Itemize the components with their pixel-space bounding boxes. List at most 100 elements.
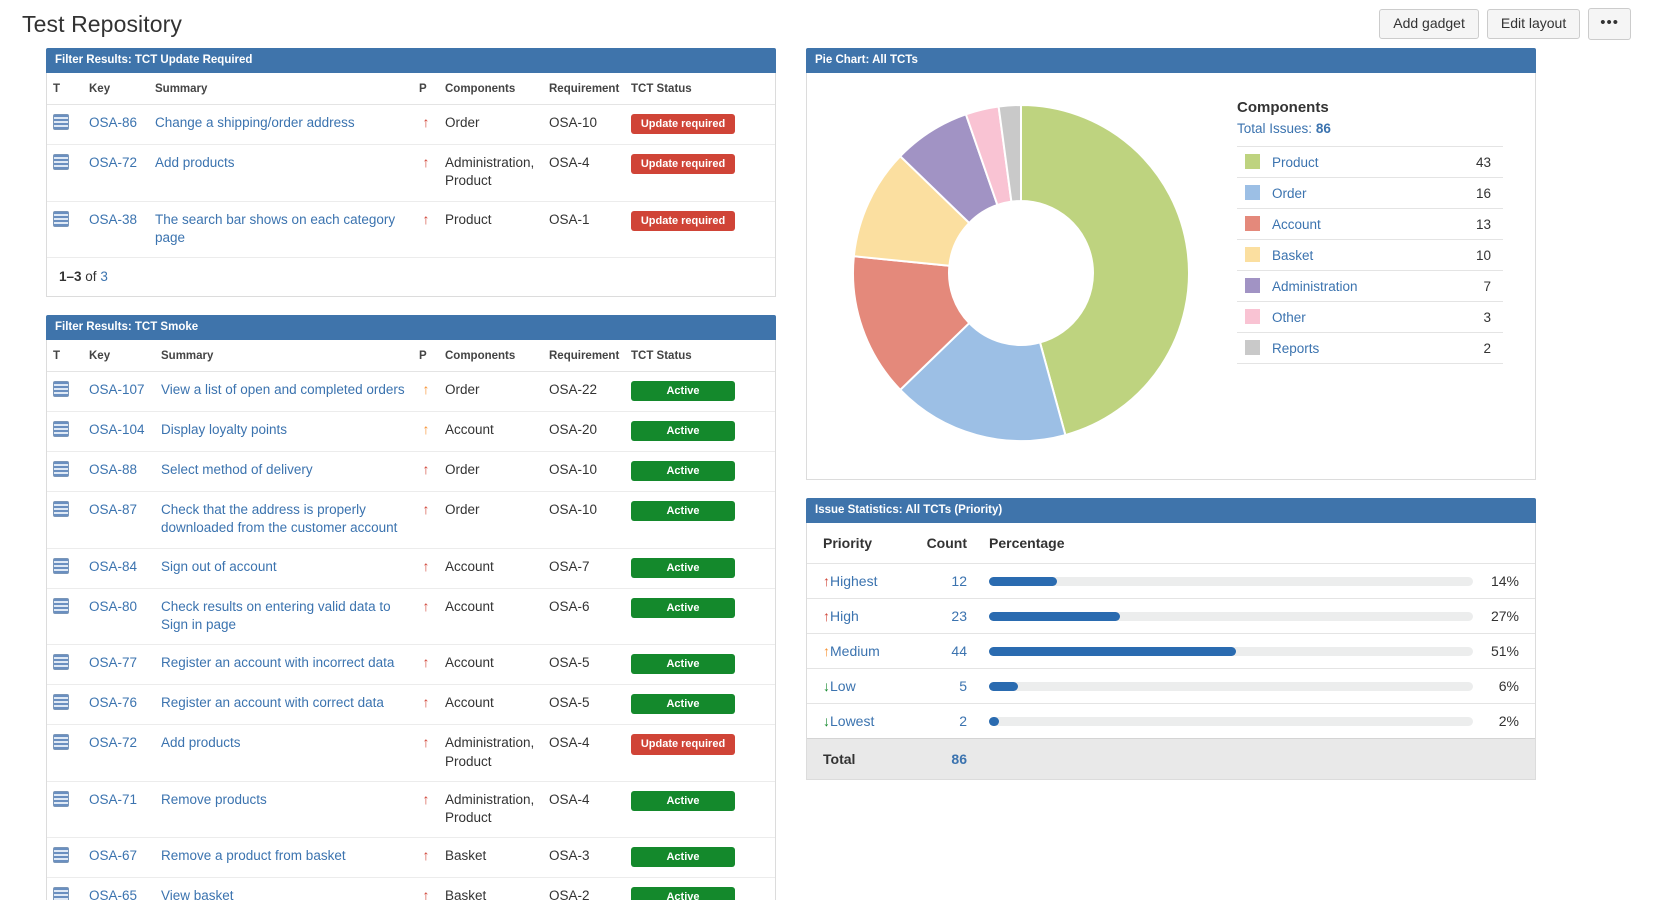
- column-header-type[interactable]: T: [47, 73, 83, 105]
- legend-label-link[interactable]: Other: [1272, 310, 1306, 325]
- issue-status-cell: Active: [625, 837, 775, 879]
- issue-key-link[interactable]: OSA-71: [89, 792, 137, 807]
- column-header-key[interactable]: Key: [83, 339, 155, 372]
- issue-components-cell: Basket: [439, 877, 543, 900]
- legend-label-link[interactable]: Order: [1272, 186, 1307, 201]
- issue-summary-link[interactable]: Display loyalty points: [161, 422, 287, 437]
- table-row[interactable]: OSA-76 Register an account with correct d…: [47, 684, 775, 726]
- table-row[interactable]: OSA-84 Sign out of account ↑ Account OSA-7 Ac…: [47, 548, 775, 589]
- issue-key-link[interactable]: OSA-104: [89, 422, 145, 437]
- column-header-type[interactable]: T: [47, 339, 83, 372]
- progress-track: [989, 611, 1473, 621]
- table-row[interactable]: OSA-87 Check that the address is properly…: [47, 491, 775, 549]
- issue-summary-link[interactable]: Select method of delivery: [161, 462, 313, 477]
- legend-total-label: Total Issues:: [1237, 121, 1313, 136]
- legend-label-link[interactable]: Administration: [1272, 279, 1358, 294]
- table-row[interactable]: OSA-65 View basket ↑ Basket OSA-2 Active: [47, 877, 775, 900]
- issue-key-link[interactable]: OSA-107: [89, 382, 145, 397]
- issue-key-link[interactable]: OSA-77: [89, 655, 137, 670]
- status-badge: Active: [631, 501, 735, 522]
- issue-key-link[interactable]: OSA-72: [89, 155, 137, 170]
- stats-priority-link[interactable]: Highest: [830, 573, 877, 589]
- issue-summary-link[interactable]: View a list of open and completed orders: [161, 382, 405, 397]
- stats-priority-link[interactable]: Low: [830, 678, 856, 694]
- table-row[interactable]: OSA-71 Remove products ↑ Administration, Pr…: [47, 781, 775, 839]
- gadget-filter-results-update-required: Filter Results: TCT Update Required T Ke…: [46, 48, 776, 297]
- stats-count-cell[interactable]: 5: [917, 668, 981, 704]
- issue-summary-link[interactable]: Sign out of account: [161, 559, 277, 574]
- issue-key-link[interactable]: OSA-84: [89, 559, 137, 574]
- issue-summary-link[interactable]: Register an account with correct data: [161, 695, 384, 710]
- gadget-body-pie-chart: Components Total Issues: 86 Product 43 Ord…: [806, 73, 1536, 480]
- issue-summary-link[interactable]: The search bar shows on each category pa…: [155, 212, 395, 245]
- table-row[interactable]: OSA-107 View a list of open and completed…: [47, 371, 775, 413]
- table-row[interactable]: OSA-72 Add products ↑ Administration, Produ…: [47, 144, 775, 202]
- progress-fill: [989, 576, 1057, 586]
- issue-summary-cell: Change a shipping/order address: [149, 104, 413, 146]
- issue-summary-link[interactable]: Change a shipping/order address: [155, 115, 355, 130]
- stats-count-cell[interactable]: 23: [917, 598, 981, 634]
- result-count: 1–3 of 3: [59, 269, 108, 284]
- stats-count-cell[interactable]: 44: [917, 633, 981, 669]
- table-row[interactable]: OSA-38 The search bar shows on each categ…: [47, 201, 775, 258]
- table-row[interactable]: OSA-88 Select method of delivery ↑ Order OSA…: [47, 451, 775, 493]
- column-header-requirement[interactable]: Requirement: [543, 339, 625, 372]
- more-options-icon[interactable]: •••: [1588, 8, 1631, 40]
- legend-count: 16: [1443, 177, 1503, 209]
- column-header-tct-status[interactable]: TCT Status: [625, 73, 775, 105]
- issue-summary-link[interactable]: Remove products: [161, 792, 267, 807]
- issue-key-link[interactable]: OSA-72: [89, 735, 137, 750]
- stats-count-cell[interactable]: 12: [917, 563, 981, 599]
- table-row[interactable]: OSA-80 Check results on entering valid da…: [47, 588, 775, 646]
- issue-key-cell: OSA-76: [83, 684, 155, 726]
- table-row[interactable]: OSA-77 Register an account with incorrect…: [47, 644, 775, 686]
- issue-key-link[interactable]: OSA-38: [89, 212, 137, 227]
- legend-label-link[interactable]: Basket: [1272, 248, 1313, 263]
- add-gadget-button[interactable]: Add gadget: [1379, 8, 1479, 40]
- pie-chart-svg[interactable]: [831, 87, 1211, 459]
- column-header-tct-status[interactable]: TCT Status: [625, 339, 775, 372]
- column-header-key[interactable]: Key: [83, 73, 149, 105]
- table-row[interactable]: OSA-104 Display loyalty points ↑ Account OSA…: [47, 411, 775, 453]
- gadget-pie-chart: Pie Chart: All TCTs Components Total Iss…: [806, 48, 1536, 480]
- column-header-summary[interactable]: Summary: [149, 73, 413, 105]
- column-header-priority[interactable]: P: [413, 339, 439, 372]
- column-header-components[interactable]: Components: [439, 73, 543, 105]
- issue-key-link[interactable]: OSA-88: [89, 462, 137, 477]
- issue-key-link[interactable]: OSA-65: [89, 888, 137, 900]
- column-header-requirement[interactable]: Requirement: [543, 73, 625, 105]
- issue-key-link[interactable]: OSA-86: [89, 115, 137, 130]
- issues-tbody-update-required: OSA-86 Change a shipping/order address ↑ Or…: [47, 104, 775, 258]
- issue-summary-link[interactable]: Add products: [161, 735, 241, 750]
- issue-key-link[interactable]: OSA-80: [89, 599, 137, 614]
- issue-type-cell: [47, 104, 83, 146]
- table-row[interactable]: OSA-67 Remove a product from basket ↑ Baske…: [47, 837, 775, 879]
- stats-priority-link[interactable]: Medium: [830, 643, 880, 659]
- issue-summary-cell: Check results on entering valid data to …: [155, 588, 413, 646]
- column-header-components[interactable]: Components: [439, 339, 543, 372]
- table-row[interactable]: OSA-86 Change a shipping/order address ↑ Or…: [47, 104, 775, 146]
- issue-summary-link[interactable]: Add products: [155, 155, 235, 170]
- issue-key-link[interactable]: OSA-76: [89, 695, 137, 710]
- edit-layout-button[interactable]: Edit layout: [1486, 8, 1581, 40]
- legend-label-link[interactable]: Reports: [1272, 341, 1319, 356]
- stats-count-cell[interactable]: 2: [917, 703, 981, 739]
- issue-summary-link[interactable]: Check that the address is properly downl…: [161, 502, 397, 535]
- column-header-priority[interactable]: P: [413, 73, 439, 105]
- stats-priority-link[interactable]: High: [830, 608, 859, 624]
- stats-priority-cell: ↑Medium: [807, 633, 917, 669]
- stats-total-count[interactable]: 86: [917, 738, 981, 779]
- issue-key-link[interactable]: OSA-67: [89, 848, 137, 863]
- stats-priority-link[interactable]: Lowest: [830, 713, 874, 729]
- result-total-link[interactable]: 3: [100, 269, 108, 284]
- legend-label-link[interactable]: Product: [1272, 155, 1319, 170]
- issue-key-link[interactable]: OSA-87: [89, 502, 137, 517]
- issue-summary-link[interactable]: Register an account with incorrect data: [161, 655, 394, 670]
- issue-summary-link[interactable]: View basket: [161, 888, 234, 900]
- legend-entry: Account: [1237, 208, 1443, 240]
- table-row[interactable]: OSA-72 Add products ↑ Administration, Produ…: [47, 724, 775, 782]
- legend-label-link[interactable]: Account: [1272, 217, 1321, 232]
- issue-summary-link[interactable]: Remove a product from basket: [161, 848, 346, 863]
- column-header-summary[interactable]: Summary: [155, 339, 413, 372]
- issue-summary-link[interactable]: Check results on entering valid data to …: [161, 599, 391, 632]
